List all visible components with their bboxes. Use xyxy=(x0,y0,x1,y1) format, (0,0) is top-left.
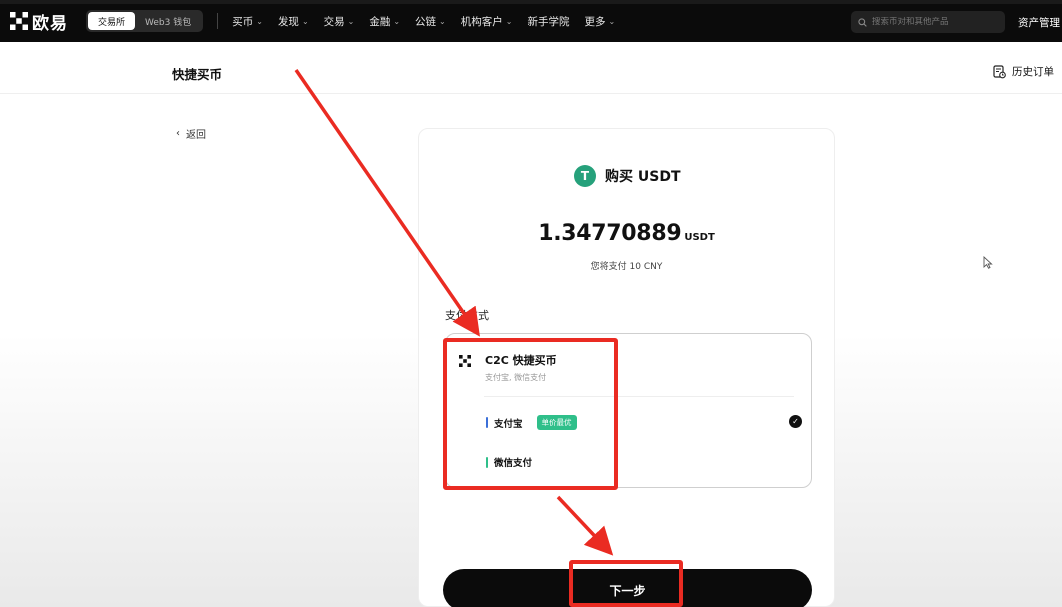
nav-item[interactable]: 买币 ⌄ xyxy=(232,14,263,29)
nav-item[interactable]: 更多 ⌄ xyxy=(584,14,615,29)
tab-exchange[interactable]: 交易所 xyxy=(88,12,136,30)
search-input[interactable] xyxy=(872,17,997,27)
history-label: 历史订单 xyxy=(1012,66,1054,78)
receive-unit: USDT xyxy=(684,232,715,243)
annotation-highlight-box xyxy=(443,338,618,490)
receive-amount: 1.34770889 xyxy=(538,221,682,246)
chevron-down-icon: ⌄ xyxy=(256,16,263,26)
okx-logo-icon xyxy=(10,12,28,30)
page-header: 快捷买币 历史订单 xyxy=(0,42,1062,94)
nav-item[interactable]: 交易 ⌄ xyxy=(324,14,355,29)
buy-heading: T 购买 USDT xyxy=(574,165,681,187)
nav-item[interactable]: 新手学院 xyxy=(527,14,569,29)
chevron-down-icon: ⌄ xyxy=(301,16,309,26)
nav-item-label: 机构客户 xyxy=(460,15,503,28)
page-title: 快捷买币 xyxy=(172,67,223,82)
brand-logo[interactable]: 欧易 xyxy=(10,9,68,34)
annotation-highlight-box xyxy=(569,560,683,607)
chevron-down-icon: ⌄ xyxy=(439,16,446,26)
nav-item-label: 更多 xyxy=(584,15,606,28)
tab-web3-wallet[interactable]: Web3 钱包 xyxy=(135,12,201,30)
nav-item-label: 金融 xyxy=(369,15,391,28)
chevron-down-icon: ⌄ xyxy=(608,16,616,26)
chevron-left-icon: ‹ xyxy=(176,128,180,139)
assets-menu[interactable]: 资产管理 xyxy=(1018,15,1060,30)
search-box[interactable] xyxy=(851,11,1005,33)
chevron-down-icon: ⌄ xyxy=(505,16,513,26)
payment-method-label: 支付方式 xyxy=(445,309,489,322)
history-orders-link[interactable]: 历史订单 xyxy=(993,64,1054,79)
nav-item-label: 交易 xyxy=(323,15,345,28)
back-label: 返回 xyxy=(186,130,206,141)
mode-switch: 交易所 Web3 钱包 xyxy=(86,10,204,32)
mouse-cursor-icon xyxy=(983,256,993,269)
amount-display: 1.34770889 USDT xyxy=(419,221,834,246)
top-navbar: 欧易 交易所 Web3 钱包 买币 ⌄ 发现 ⌄ 交易 ⌄ 金融 ⌄ 公链 ⌄ 机构客户 ⌄ 新手学院更… xyxy=(0,0,1062,42)
nav-item[interactable]: 公链 ⌄ xyxy=(415,14,446,29)
nav-item-label: 发现 xyxy=(277,15,299,28)
usdt-coin-icon: T xyxy=(574,165,596,187)
check-icon[interactable]: ✓ xyxy=(789,415,802,428)
nav-item-label: 新手学院 xyxy=(527,15,570,28)
nav-item-label: 买币 xyxy=(232,15,254,28)
search-icon xyxy=(858,17,867,27)
main-nav: 买币 ⌄ 发现 ⌄ 交易 ⌄ 金融 ⌄ 公链 ⌄ 机构客户 ⌄ 新手学院 更多 ⌄ xyxy=(232,14,615,29)
nav-item-label: 公链 xyxy=(415,15,437,28)
back-link[interactable]: ‹ 返回 xyxy=(176,126,206,141)
chevron-down-icon: ⌄ xyxy=(347,16,355,26)
pay-note: 您将支付 10 CNY xyxy=(590,262,663,272)
nav-item[interactable]: 金融 ⌄ xyxy=(369,14,400,29)
brand-name: 欧易 xyxy=(32,13,68,34)
nav-item[interactable]: 发现 ⌄ xyxy=(278,14,309,29)
nav-divider xyxy=(217,13,219,29)
order-history-icon xyxy=(993,64,1006,78)
chevron-down-icon: ⌄ xyxy=(393,16,401,26)
nav-item[interactable]: 机构客户 ⌄ xyxy=(461,14,513,29)
buy-title: 购买 USDT xyxy=(605,169,681,185)
